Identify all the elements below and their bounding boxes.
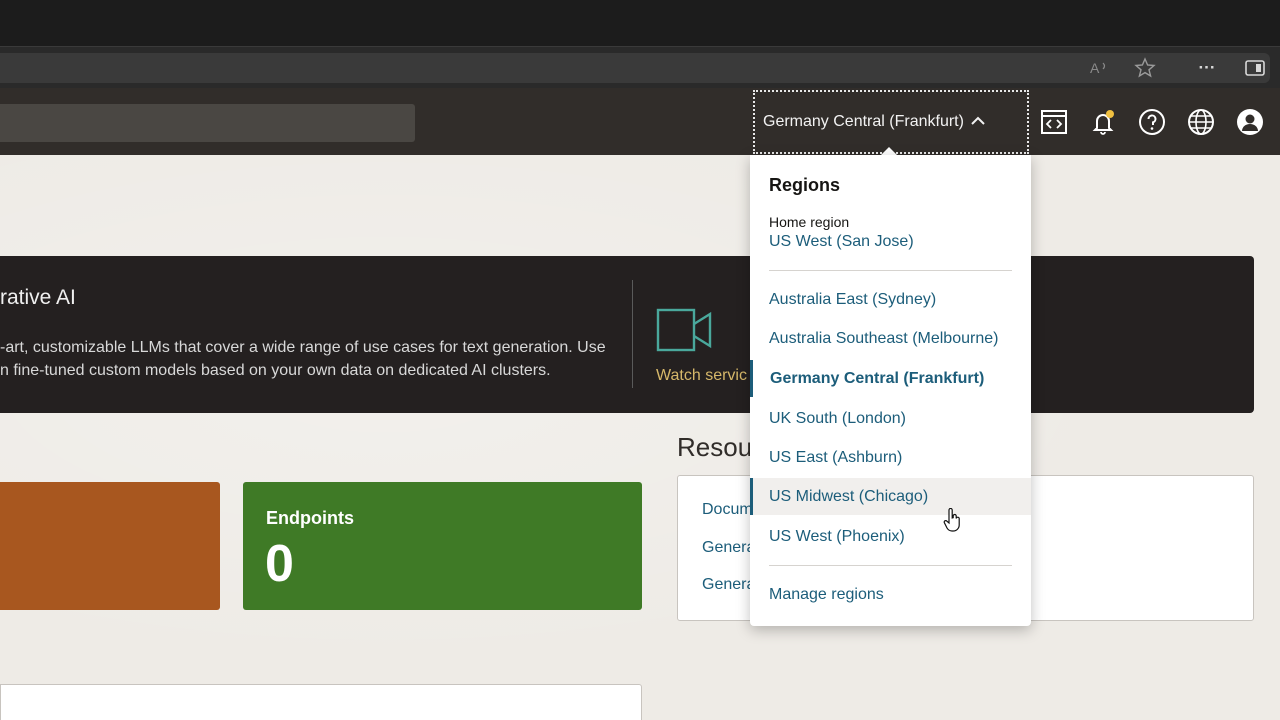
hand-pointer-cursor-icon — [943, 507, 963, 537]
service-banner: rative AI -art, customizable LLMs that c… — [0, 256, 1254, 413]
region-selector-label: Germany Central (Frankfurt) — [763, 113, 964, 130]
home-region-label: Home region — [769, 214, 850, 230]
main-content: rative AI -art, customizable LLMs that c… — [0, 155, 1280, 720]
tile-value: 0 — [265, 535, 294, 593]
language-globe-icon[interactable] — [1187, 108, 1215, 136]
read-aloud-icon[interactable]: A — [1088, 57, 1110, 79]
favorite-star-icon[interactable] — [1134, 57, 1156, 79]
window-titlebar — [0, 0, 1280, 46]
svg-text:A: A — [1090, 60, 1100, 76]
region-option-australia-southeast[interactable]: Australia Southeast (Melbourne) — [750, 320, 1031, 357]
resources-heading: Resou — [677, 432, 751, 462]
region-option-us-midwest[interactable]: US Midwest (Chicago) — [750, 478, 1031, 515]
regions-heading: Regions — [769, 175, 841, 195]
address-bar[interactable] — [0, 53, 1270, 83]
region-option-us-west-phoenix[interactable]: US West (Phoenix) — [750, 518, 1031, 555]
tile-label: Endpoints — [266, 508, 354, 528]
console-header: Germany Central (Frankfurt) — [0, 88, 1280, 155]
endpoints-tile[interactable]: Endpoints 0 — [243, 482, 642, 610]
video-camera-icon[interactable] — [656, 308, 712, 357]
divider — [769, 270, 1012, 271]
region-option-us-east[interactable]: US East (Ashburn) — [750, 439, 1031, 476]
home-region-value[interactable]: US West (San Jose) — [769, 233, 914, 251]
region-option-australia-east[interactable]: Australia East (Sydney) — [750, 281, 1031, 318]
region-selector-button[interactable]: Germany Central (Frankfurt) — [753, 90, 1029, 154]
notifications-bell-icon[interactable] — [1089, 108, 1117, 136]
help-icon[interactable] — [1138, 108, 1166, 136]
manage-regions-link[interactable]: Manage regions — [750, 576, 1031, 613]
user-profile-icon[interactable] — [1236, 108, 1264, 136]
banner-title: rative AI — [0, 286, 76, 309]
more-icon[interactable]: ··· — [1196, 57, 1218, 79]
metric-tile[interactable] — [0, 482, 220, 610]
region-option-germany-central[interactable]: Germany Central (Frankfurt) — [750, 360, 1031, 397]
code-editor-icon[interactable] — [1040, 108, 1068, 136]
banner-divider — [632, 280, 633, 388]
divider — [769, 565, 1012, 566]
split-screen-icon[interactable] — [1244, 57, 1266, 79]
regions-dropdown: Regions Home region US West (San Jose) A… — [750, 155, 1031, 626]
browser-toolbar: A ··· — [0, 46, 1280, 88]
banner-description: -art, customizable LLMs that cover a wid… — [0, 339, 606, 379]
watch-service-link[interactable]: Watch servic — [656, 367, 750, 385]
resource-link[interactable]: Genera — [702, 539, 752, 557]
chevron-up-icon — [970, 114, 986, 130]
region-option-uk-south[interactable]: UK South (London) — [750, 400, 1031, 437]
resource-link[interactable]: Genera — [702, 576, 752, 594]
search-input[interactable] — [0, 104, 415, 142]
resource-link[interactable]: Docum — [702, 501, 752, 519]
content-panel — [0, 684, 642, 720]
